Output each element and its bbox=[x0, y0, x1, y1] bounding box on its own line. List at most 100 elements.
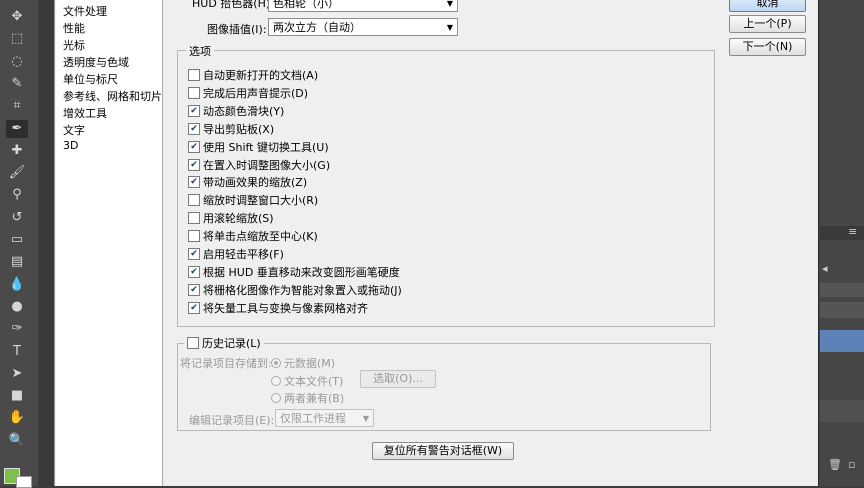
category-type[interactable]: 文字 bbox=[63, 122, 85, 138]
category-cursors[interactable]: 光标 bbox=[63, 37, 85, 53]
category-3d[interactable]: 3D bbox=[63, 139, 78, 152]
reset-warnings-button[interactable]: 复位所有警告对话框(W) bbox=[372, 442, 514, 460]
option-label: 动态颜色滑块(Y) bbox=[203, 104, 285, 118]
option-checkbox[interactable]: ✔ bbox=[188, 122, 200, 135]
radio-icon bbox=[271, 358, 281, 368]
history-checkbox[interactable] bbox=[187, 337, 199, 349]
option-checkbox[interactable]: ✔ bbox=[188, 301, 200, 314]
option-item[interactable]: ✔ 使用 Shift 键切换工具(U) bbox=[188, 140, 329, 155]
hud-picker-select[interactable]: 色相轮（小） ▼ bbox=[268, 0, 458, 12]
option-label: 用滚轮缩放(S) bbox=[203, 212, 274, 226]
background-color-swatch[interactable] bbox=[16, 476, 32, 488]
option-label: 启用轻击平移(F) bbox=[203, 248, 284, 261]
move-tool-icon[interactable]: ✥ bbox=[6, 8, 28, 26]
quick-select-icon[interactable]: ✎ bbox=[6, 75, 28, 93]
category-performance[interactable]: 性能 bbox=[63, 20, 85, 36]
panel-header bbox=[820, 226, 864, 240]
option-item[interactable]: ✔ 启用轻击平移(F) bbox=[188, 247, 284, 262]
category-plugins[interactable]: 增效工具 bbox=[63, 105, 107, 121]
shape-icon[interactable]: ■ bbox=[6, 387, 28, 405]
interpolation-select[interactable]: 两次立方（自动） ▼ bbox=[268, 18, 458, 36]
lasso-icon[interactable]: ◌ bbox=[6, 53, 28, 71]
marquee-icon[interactable]: ⬚ bbox=[6, 30, 28, 48]
dodge-icon[interactable]: ● bbox=[6, 298, 28, 316]
gradient-icon[interactable]: ▤ bbox=[6, 253, 28, 271]
option-item[interactable]: 缩放时调整窗口大小(R) bbox=[188, 193, 318, 208]
chevron-down-icon: ▼ bbox=[446, 0, 453, 8]
history-toggle[interactable]: 历史记录(L) bbox=[184, 335, 264, 351]
healing-brush-icon[interactable]: ✚ bbox=[6, 142, 28, 160]
radio-both[interactable]: 两者兼有(B) bbox=[271, 390, 344, 406]
eraser-icon[interactable]: ▭ bbox=[6, 231, 28, 249]
save-to-label: 将记录项目存储到: bbox=[180, 357, 272, 370]
eyedropper-icon[interactable]: ✒ bbox=[6, 119, 28, 138]
option-label: 完成后用声音提示(D) bbox=[203, 86, 309, 100]
filter-icon[interactable]: ◂ bbox=[822, 262, 828, 275]
option-checkbox[interactable] bbox=[188, 194, 200, 207]
hand-icon[interactable]: ✋ bbox=[6, 409, 28, 427]
option-checkbox[interactable] bbox=[188, 69, 200, 81]
category-guides-grid-slices[interactable]: 参考线、网格和切片 bbox=[63, 88, 162, 104]
radio-metadata-label: 元数据(M) bbox=[284, 357, 336, 370]
option-item[interactable]: 用滚轮缩放(S) bbox=[188, 211, 274, 226]
radio-metadata[interactable]: 元数据(M) bbox=[271, 355, 335, 371]
layer-row[interactable] bbox=[820, 302, 864, 318]
type-icon[interactable]: T bbox=[6, 343, 28, 361]
trash-icon[interactable]: 🗑 bbox=[828, 458, 842, 471]
clone-stamp-icon[interactable]: ⚲ bbox=[6, 186, 28, 204]
option-item[interactable]: ✔ 带动画效果的缩放(Z) bbox=[188, 175, 307, 190]
pen-icon[interactable]: ✑ bbox=[6, 320, 28, 338]
zoom-icon[interactable]: 🔍 bbox=[6, 432, 28, 450]
option-label: 根据 HUD 垂直移动来改变圆形画笔硬度 bbox=[203, 265, 400, 279]
path-select-icon[interactable]: ➤ bbox=[6, 365, 28, 383]
choose-button[interactable]: 选取(O)... bbox=[360, 370, 436, 388]
option-item[interactable]: ✔ 动态颜色滑块(Y) bbox=[188, 104, 284, 119]
option-item[interactable]: ✔ 根据 HUD 垂直移动来改变圆形画笔硬度 bbox=[188, 265, 400, 280]
radio-text-file[interactable]: 文本文件(T) bbox=[271, 373, 343, 389]
option-checkbox[interactable]: ✔ bbox=[188, 265, 200, 278]
blur-icon[interactable]: 💧 bbox=[6, 276, 28, 294]
layer-row[interactable] bbox=[820, 283, 864, 297]
option-item[interactable]: 完成后用声音提示(D) bbox=[188, 86, 308, 101]
category-units-rulers[interactable]: 单位与标尺 bbox=[63, 71, 118, 87]
option-checkbox[interactable]: ✔ bbox=[188, 140, 200, 153]
interpolation-label: 图像插值(I): bbox=[207, 23, 267, 36]
option-item[interactable]: ✔ 在置入时调整图像大小(G) bbox=[188, 158, 330, 173]
radio-icon bbox=[271, 376, 281, 386]
new-layer-icon[interactable]: ▫ bbox=[848, 458, 855, 471]
category-transparency-gamut[interactable]: 透明度与色域 bbox=[63, 54, 129, 70]
edit-log-label: 编辑记录项目(E): bbox=[189, 414, 275, 427]
interpolation-value: 两次立方（自动） bbox=[273, 21, 361, 34]
edit-log-select[interactable]: 仅限工作进程 ▼ bbox=[275, 409, 374, 427]
option-checkbox[interactable]: ✔ bbox=[188, 176, 200, 189]
option-item[interactable]: ✔ 导出剪贴板(X) bbox=[188, 122, 274, 137]
option-label: 自动更新打开的文档(A) bbox=[203, 69, 319, 82]
hud-picker-label: HUD 拾色器(H): bbox=[192, 0, 274, 10]
option-item[interactable]: 将单击点缩放至中心(K) bbox=[188, 229, 318, 244]
brush-icon[interactable]: 🖌 bbox=[6, 164, 28, 182]
hud-picker-value: 色相轮（小） bbox=[273, 0, 339, 10]
crop-icon[interactable]: ⌗ bbox=[6, 97, 28, 115]
history-brush-icon[interactable]: ↺ bbox=[6, 209, 28, 227]
option-item[interactable]: 自动更新打开的文档(A) bbox=[188, 68, 318, 83]
edit-log-value: 仅限工作进程 bbox=[280, 412, 346, 425]
canvas-edge bbox=[38, 0, 54, 486]
option-item[interactable]: ✔ 将矢量工具与变换与像素网格对齐 bbox=[188, 301, 368, 316]
chevron-down-icon: ▼ bbox=[362, 414, 369, 423]
option-item[interactable]: ✔ 将栅格化图像作为智能对象置入或拖动(J) bbox=[188, 283, 402, 298]
option-checkbox[interactable] bbox=[188, 230, 200, 243]
cancel-button[interactable]: 取消 bbox=[729, 0, 806, 12]
panel-menu-icon[interactable]: ≡ bbox=[848, 225, 857, 238]
category-file-handling[interactable]: 文件处理 bbox=[63, 3, 107, 19]
next-button[interactable]: 下一个(N) bbox=[729, 38, 806, 56]
option-checkbox[interactable] bbox=[188, 212, 200, 225]
option-checkbox[interactable]: ✔ bbox=[188, 104, 200, 117]
layer-row[interactable] bbox=[820, 400, 864, 422]
layer-row-selected[interactable] bbox=[820, 330, 864, 352]
option-checkbox[interactable]: ✔ bbox=[188, 248, 200, 260]
option-checkbox[interactable]: ✔ bbox=[188, 158, 200, 171]
option-label: 使用 Shift 键切换工具(U) bbox=[203, 140, 329, 154]
option-checkbox[interactable] bbox=[188, 86, 200, 99]
option-checkbox[interactable]: ✔ bbox=[188, 283, 200, 296]
prev-button[interactable]: 上一个(P) bbox=[729, 15, 806, 33]
